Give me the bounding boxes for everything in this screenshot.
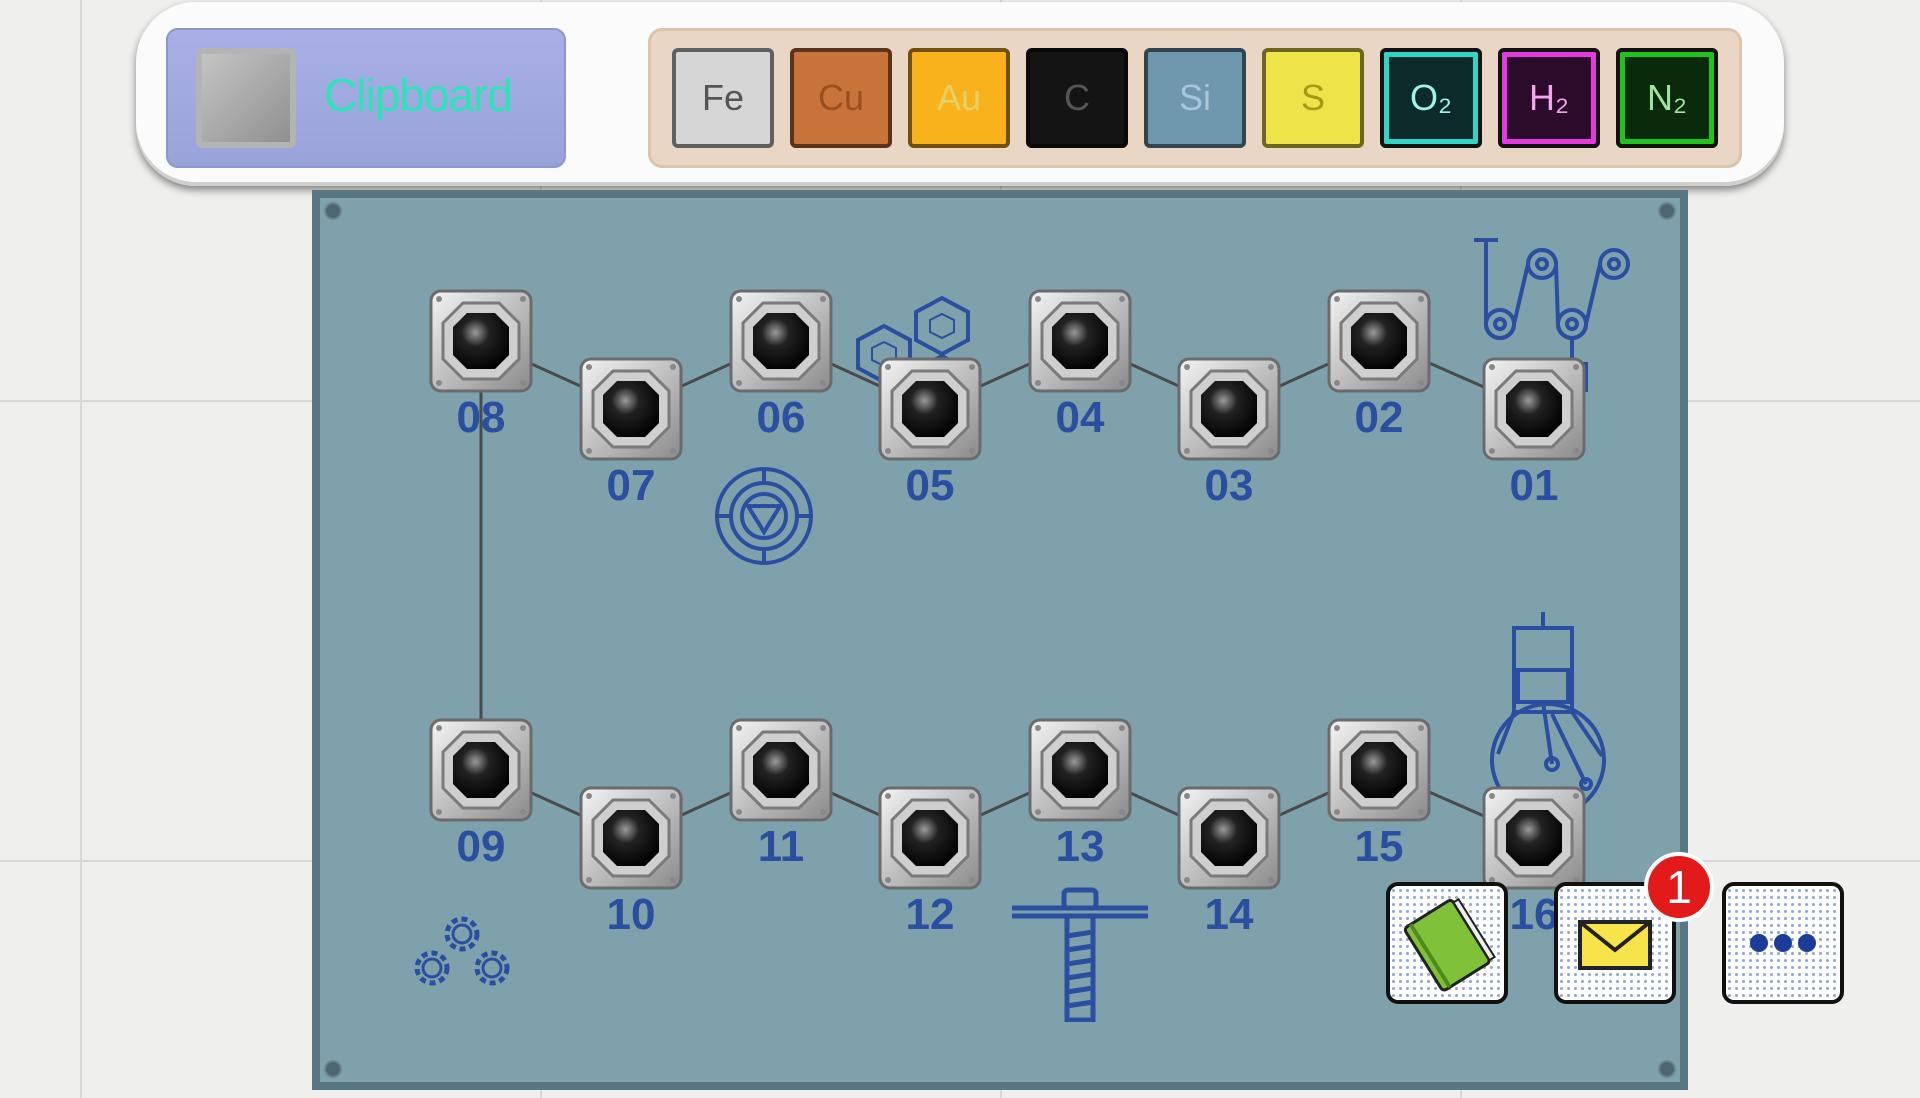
element-cu-button[interactable]: Cu <box>790 48 892 148</box>
socket-03[interactable] <box>1177 357 1281 461</box>
socket-icon <box>429 289 533 393</box>
socket-number: 08 <box>456 393 506 442</box>
socket-number: 13 <box>1055 822 1105 871</box>
element-fe-button[interactable]: Fe <box>672 48 774 148</box>
socket-icon <box>1482 786 1586 890</box>
notebook-button[interactable] <box>1386 882 1508 1004</box>
socket-icon <box>729 718 833 822</box>
element-tray: Fe Cu Au C Si S O₂ H₂ N₂ <box>648 28 1742 168</box>
socket-icon <box>878 357 982 461</box>
element-o2-label: O₂ <box>1410 77 1452 118</box>
socket-number: 15 <box>1354 822 1404 871</box>
socket-15[interactable] <box>1327 718 1431 822</box>
socket-04[interactable] <box>1028 289 1132 393</box>
socket-number: 11 <box>757 822 805 871</box>
socket-icon <box>1327 289 1431 393</box>
socket-icon <box>1482 357 1586 461</box>
element-s-label: S <box>1300 77 1325 118</box>
socket-icon <box>1177 786 1281 890</box>
socket-icon <box>1327 718 1431 822</box>
clipboard-slot <box>196 48 296 148</box>
socket-09[interactable] <box>429 718 533 822</box>
element-au-label: Au <box>936 77 982 118</box>
gears-icon <box>414 916 510 986</box>
element-c-label: C <box>1064 77 1090 118</box>
socket-05[interactable] <box>878 357 982 461</box>
socket-10[interactable] <box>579 786 683 890</box>
socket-number: 12 <box>905 890 955 939</box>
socket-number: 01 <box>1509 461 1559 510</box>
socket-13[interactable] <box>1028 718 1132 822</box>
element-o2-button[interactable]: O₂ <box>1380 48 1482 148</box>
notebook-icon <box>1403 897 1496 992</box>
socket-icon <box>579 357 683 461</box>
element-si-label: Si <box>1178 77 1211 118</box>
socket-icon <box>878 786 982 890</box>
socket-08[interactable] <box>429 289 533 393</box>
socket-14[interactable] <box>1177 786 1281 890</box>
socket-02[interactable] <box>1327 289 1431 393</box>
clipboard-label: Clipboard <box>324 69 513 121</box>
socket-number: 09 <box>456 822 506 871</box>
mail-badge: 1 <box>1644 852 1714 922</box>
element-fe-label: Fe <box>701 77 744 118</box>
socket-number: 04 <box>1055 393 1105 442</box>
element-n2-label: N₂ <box>1647 77 1687 118</box>
clipboard-button[interactable]: Clipboard <box>166 28 566 168</box>
element-cu-label: Cu <box>817 77 865 118</box>
element-h2-label: H₂ <box>1529 77 1569 118</box>
element-au-button[interactable]: Au <box>908 48 1010 148</box>
socket-number: 06 <box>756 393 806 442</box>
socket-number: 07 <box>606 461 656 510</box>
socket-07[interactable] <box>579 357 683 461</box>
element-n2-button[interactable]: N₂ <box>1616 48 1718 148</box>
socket-number: 10 <box>606 890 656 939</box>
socket-11[interactable] <box>729 718 833 822</box>
socket-icon <box>1028 289 1132 393</box>
socket-01[interactable] <box>1482 357 1586 461</box>
element-s-button[interactable]: S <box>1262 48 1364 148</box>
socket-number: 14 <box>1204 890 1254 939</box>
socket-number: 02 <box>1354 393 1404 442</box>
socket-16[interactable] <box>1482 786 1586 890</box>
element-h2-button[interactable]: H₂ <box>1498 48 1600 148</box>
socket-icon <box>1177 357 1281 461</box>
socket-12[interactable] <box>878 786 982 890</box>
element-c-button[interactable]: C <box>1026 48 1128 148</box>
element-si-button[interactable]: Si <box>1144 48 1246 148</box>
socket-icon <box>729 289 833 393</box>
socket-icon <box>1028 718 1132 822</box>
socket-06[interactable] <box>729 289 833 393</box>
more-icon <box>1750 934 1816 952</box>
bolt-icon <box>1012 887 1148 1022</box>
socket-icon <box>579 786 683 890</box>
more-button[interactable] <box>1722 882 1844 1004</box>
socket-number: 05 <box>905 461 955 510</box>
socket-icon <box>429 718 533 822</box>
reactor-icon <box>715 467 813 565</box>
socket-number: 03 <box>1204 461 1254 510</box>
